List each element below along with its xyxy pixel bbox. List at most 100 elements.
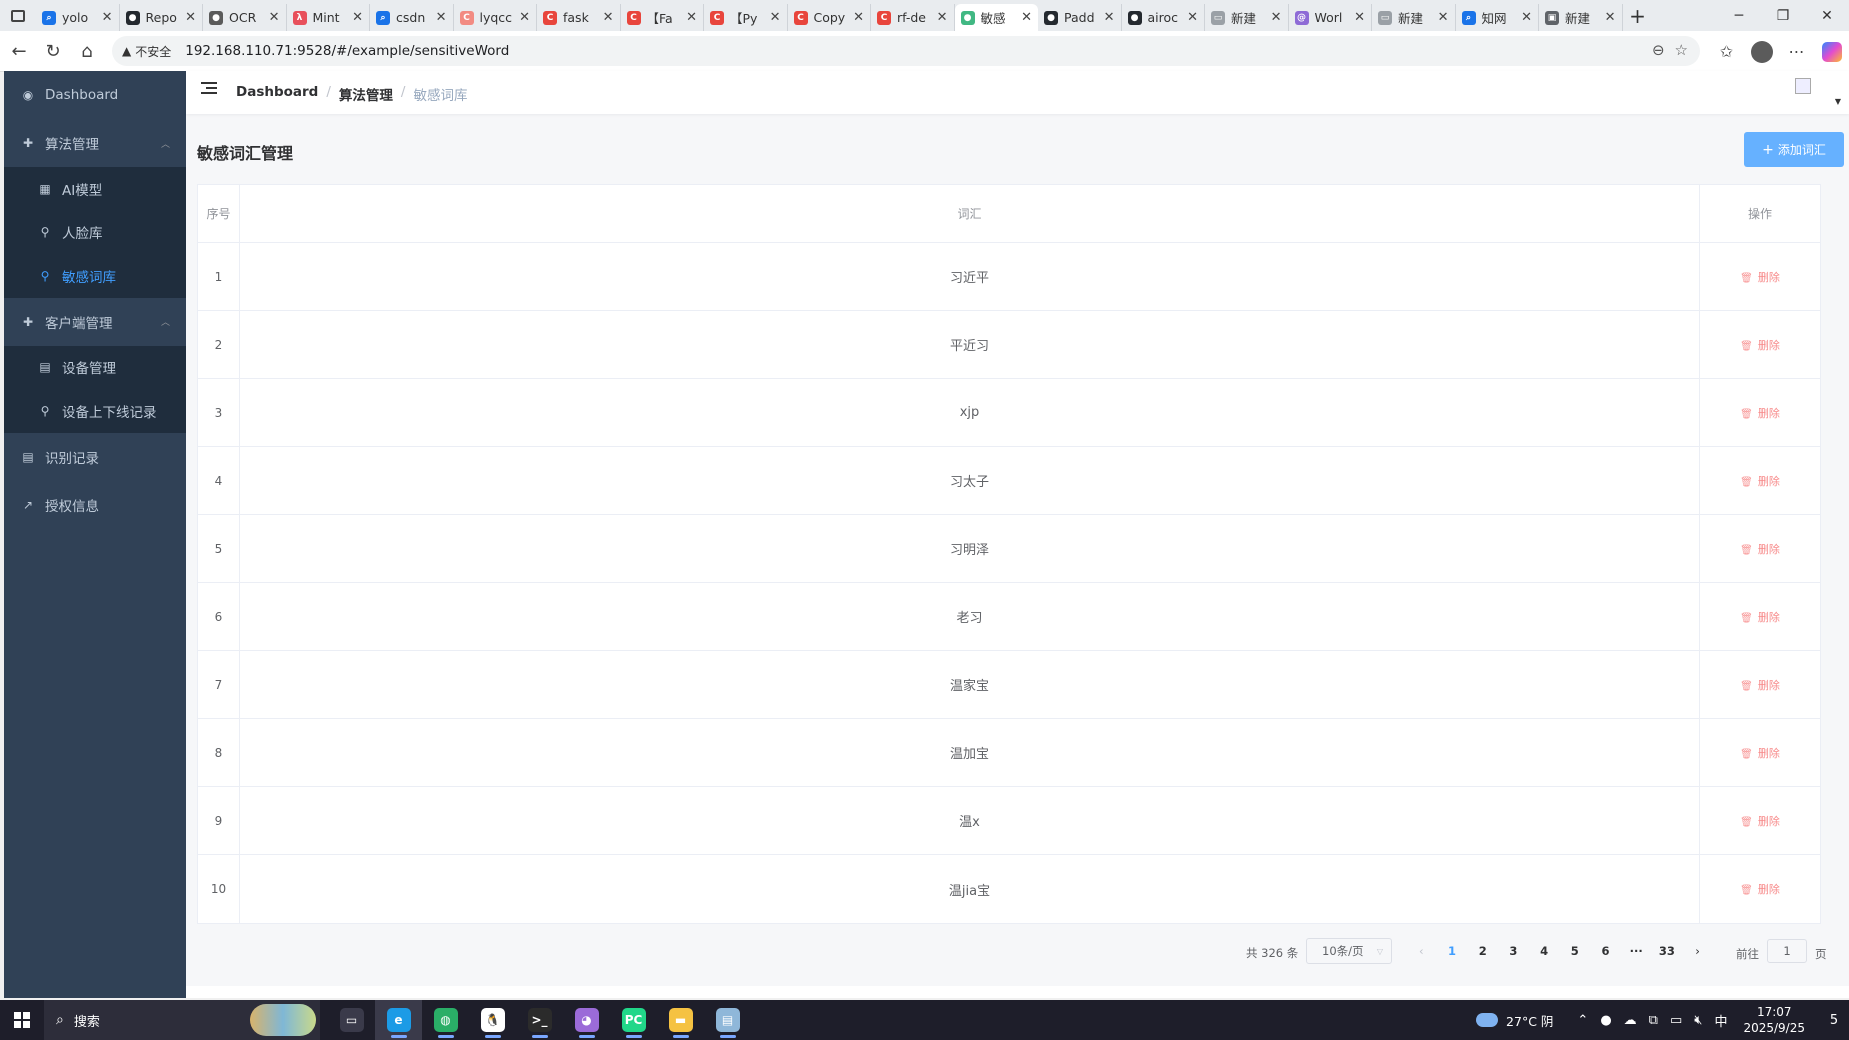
taskbar-app[interactable]: ▬ [657, 1000, 704, 1040]
taskbar-search[interactable]: ⌕ 搜索 [44, 1000, 320, 1040]
next-page-icon[interactable]: › [1682, 937, 1713, 965]
taskbar-app[interactable]: >_ [516, 1000, 563, 1040]
browser-tab[interactable]: ● Padd ✕ [1038, 4, 1122, 31]
tab-close-icon[interactable]: ✕ [1605, 10, 1616, 25]
taskbar-app[interactable]: ◍ [422, 1000, 469, 1040]
browser-tab[interactable]: ● Repo ✕ [120, 4, 203, 31]
page-number[interactable]: 1 [1437, 937, 1468, 965]
weather-widget[interactable]: 27°C 阴 [1476, 1011, 1553, 1030]
browser-tab[interactable]: Cfask ✕ [537, 4, 621, 31]
favorites-icon[interactable]: ✩ [1709, 34, 1744, 69]
breadcrumb-item[interactable]: Dashboard [236, 84, 318, 104]
sidebar-subitem[interactable]: ⚲ 设备上下线记录 [4, 389, 186, 433]
delete-button[interactable]: 🗑︎ 删除 [1740, 881, 1780, 897]
sidebar-item[interactable]: ✚ 客户端管理 ︿ [4, 298, 186, 346]
delete-button[interactable]: 🗑︎ 删除 [1740, 677, 1780, 693]
more-pages-icon[interactable]: ··· [1621, 937, 1652, 965]
delete-button[interactable]: 🗑︎ 删除 [1740, 541, 1780, 557]
page-number[interactable]: 3 [1498, 937, 1529, 965]
start-button[interactable] [0, 1000, 44, 1040]
back-icon[interactable]: ← [2, 34, 36, 68]
volume-muted-icon[interactable]: 🔇︎ [1694, 1013, 1702, 1028]
tab-close-icon[interactable]: ✕ [1354, 10, 1365, 25]
tab-close-icon[interactable]: ✕ [1021, 10, 1032, 25]
page-number[interactable]: 4 [1529, 937, 1560, 965]
tab-close-icon[interactable]: ✕ [436, 10, 447, 25]
browser-tab[interactable]: @ Worl ✕ [1289, 4, 1372, 31]
zoom-icon[interactable]: ⊖ [1652, 41, 1665, 59]
browser-tab[interactable]: ● 敏感 ✕ [954, 4, 1038, 31]
delete-button[interactable]: 🗑︎ 删除 [1740, 745, 1780, 761]
tab-close-icon[interactable]: ✕ [603, 10, 614, 25]
breadcrumb-item[interactable]: 算法管理 [339, 84, 393, 104]
minimize-icon[interactable]: ─ [1717, 0, 1761, 31]
tab-close-icon[interactable]: ✕ [937, 10, 948, 25]
hamburger-icon[interactable] [201, 82, 217, 96]
sidebar-item[interactable]: ◉ Dashboard [4, 71, 186, 119]
delete-button[interactable]: 🗑︎ 删除 [1740, 337, 1780, 353]
profile-avatar[interactable] [1744, 34, 1779, 69]
tab-close-icon[interactable]: ✕ [269, 10, 280, 25]
tab-close-icon[interactable]: ✕ [102, 10, 113, 25]
browser-tab[interactable]: ● OCR ✕ [203, 4, 287, 31]
browser-tab[interactable]: ⌕ 知网 ✕ [1456, 4, 1539, 31]
ime-indicator[interactable]: 中 [1714, 1011, 1727, 1030]
browser-tab[interactable]: ⌕ csdn ✕ [370, 4, 454, 31]
tab-close-icon[interactable]: ✕ [686, 10, 697, 25]
goto-page-input[interactable]: 1 [1767, 939, 1807, 963]
tab-close-icon[interactable]: ✕ [1438, 10, 1449, 25]
sidebar-subitem[interactable]: ⚲ 人脸库 [4, 211, 186, 255]
copilot-icon[interactable] [1814, 34, 1849, 69]
restore-icon[interactable]: ❐ [1761, 0, 1805, 31]
tab-close-icon[interactable]: ✕ [1271, 10, 1282, 25]
browser-tab[interactable]: Clyqcc ✕ [454, 4, 537, 31]
page-number[interactable]: 6 [1590, 937, 1621, 965]
page-number[interactable]: 5 [1559, 937, 1590, 965]
caret-down-icon[interactable]: ▼ [1835, 97, 1841, 106]
taskbar-app[interactable]: ▤ [704, 1000, 751, 1040]
sidebar-subitem[interactable]: ▦ AI模型 [4, 167, 186, 211]
clock[interactable]: 17:07 2025/9/25 [1743, 1004, 1805, 1036]
prev-page-icon[interactable]: ‹ [1406, 937, 1437, 965]
monitor-icon[interactable]: ▭ [1670, 1013, 1682, 1028]
browser-tab[interactable]: ▭ 新建 ✕ [1205, 4, 1289, 31]
sidebar-subitem[interactable]: ▤ 设备管理 [4, 346, 186, 390]
onedrive-icon[interactable]: ☁ [1624, 1013, 1637, 1028]
browser-tab[interactable]: ▣ 新建 ✕ [1539, 4, 1623, 31]
delete-button[interactable]: 🗑︎ 删除 [1740, 405, 1780, 421]
browser-tab[interactable]: ⌕ yolo ✕ [36, 4, 120, 31]
add-word-button[interactable]: + 添加词汇 [1744, 132, 1844, 167]
page-number[interactable]: 33 [1652, 937, 1683, 965]
taskbar-app[interactable]: e [375, 1000, 422, 1040]
home-icon[interactable]: ⌂ [70, 34, 104, 68]
security-indicator[interactable]: ▲ 不安全 [122, 43, 171, 60]
notification-icon[interactable]: 5 [1819, 1000, 1849, 1040]
taskbar-app[interactable]: ◕ [563, 1000, 610, 1040]
sidebar-item[interactable]: ✚ 算法管理 ︿ [4, 119, 186, 167]
address-bar[interactable]: ▲ 不安全 192.168.110.71:9528/#/example/sens… [112, 36, 1700, 66]
browser-tab[interactable]: C Copy ✕ [788, 4, 871, 31]
browser-tab[interactable]: Crf-de ✕ [871, 4, 955, 31]
user-avatar[interactable] [1795, 78, 1811, 94]
reload-icon[interactable]: ↻ [36, 34, 70, 68]
tab-close-icon[interactable]: ✕ [352, 10, 363, 25]
chevron-up-icon[interactable]: ⌃ [1577, 1013, 1588, 1028]
more-menu-icon[interactable]: ⋯ [1779, 34, 1814, 69]
taskbar-app[interactable]: ▭ [328, 1000, 375, 1040]
app-status-icon[interactable]: ● [1600, 1013, 1611, 1028]
sidebar-item[interactable]: ▤ 识别记录 [4, 433, 186, 481]
delete-button[interactable]: 🗑︎ 删除 [1740, 813, 1780, 829]
network-icon[interactable]: ⧉ [1649, 1013, 1658, 1028]
taskbar-app[interactable]: PC [610, 1000, 657, 1040]
page-number[interactable]: 2 [1467, 937, 1498, 965]
browser-tab[interactable]: C 【Fa ✕ [621, 4, 704, 31]
browser-tab[interactable]: λ Mint ✕ [287, 4, 370, 31]
tab-close-icon[interactable]: ✕ [770, 10, 781, 25]
tab-close-icon[interactable]: ✕ [185, 10, 196, 25]
bookmark-star-icon[interactable]: ☆ [1675, 41, 1688, 59]
url-text[interactable]: 192.168.110.71:9528/#/example/sensitiveW… [185, 43, 509, 59]
sidebar-item[interactable]: ↗ 授权信息 [4, 481, 186, 529]
close-window-icon[interactable]: ✕ [1805, 0, 1849, 31]
sidebar-subitem[interactable]: ⚲ 敏感词库 [4, 254, 186, 298]
taskbar-app[interactable]: 🐧 [469, 1000, 516, 1040]
